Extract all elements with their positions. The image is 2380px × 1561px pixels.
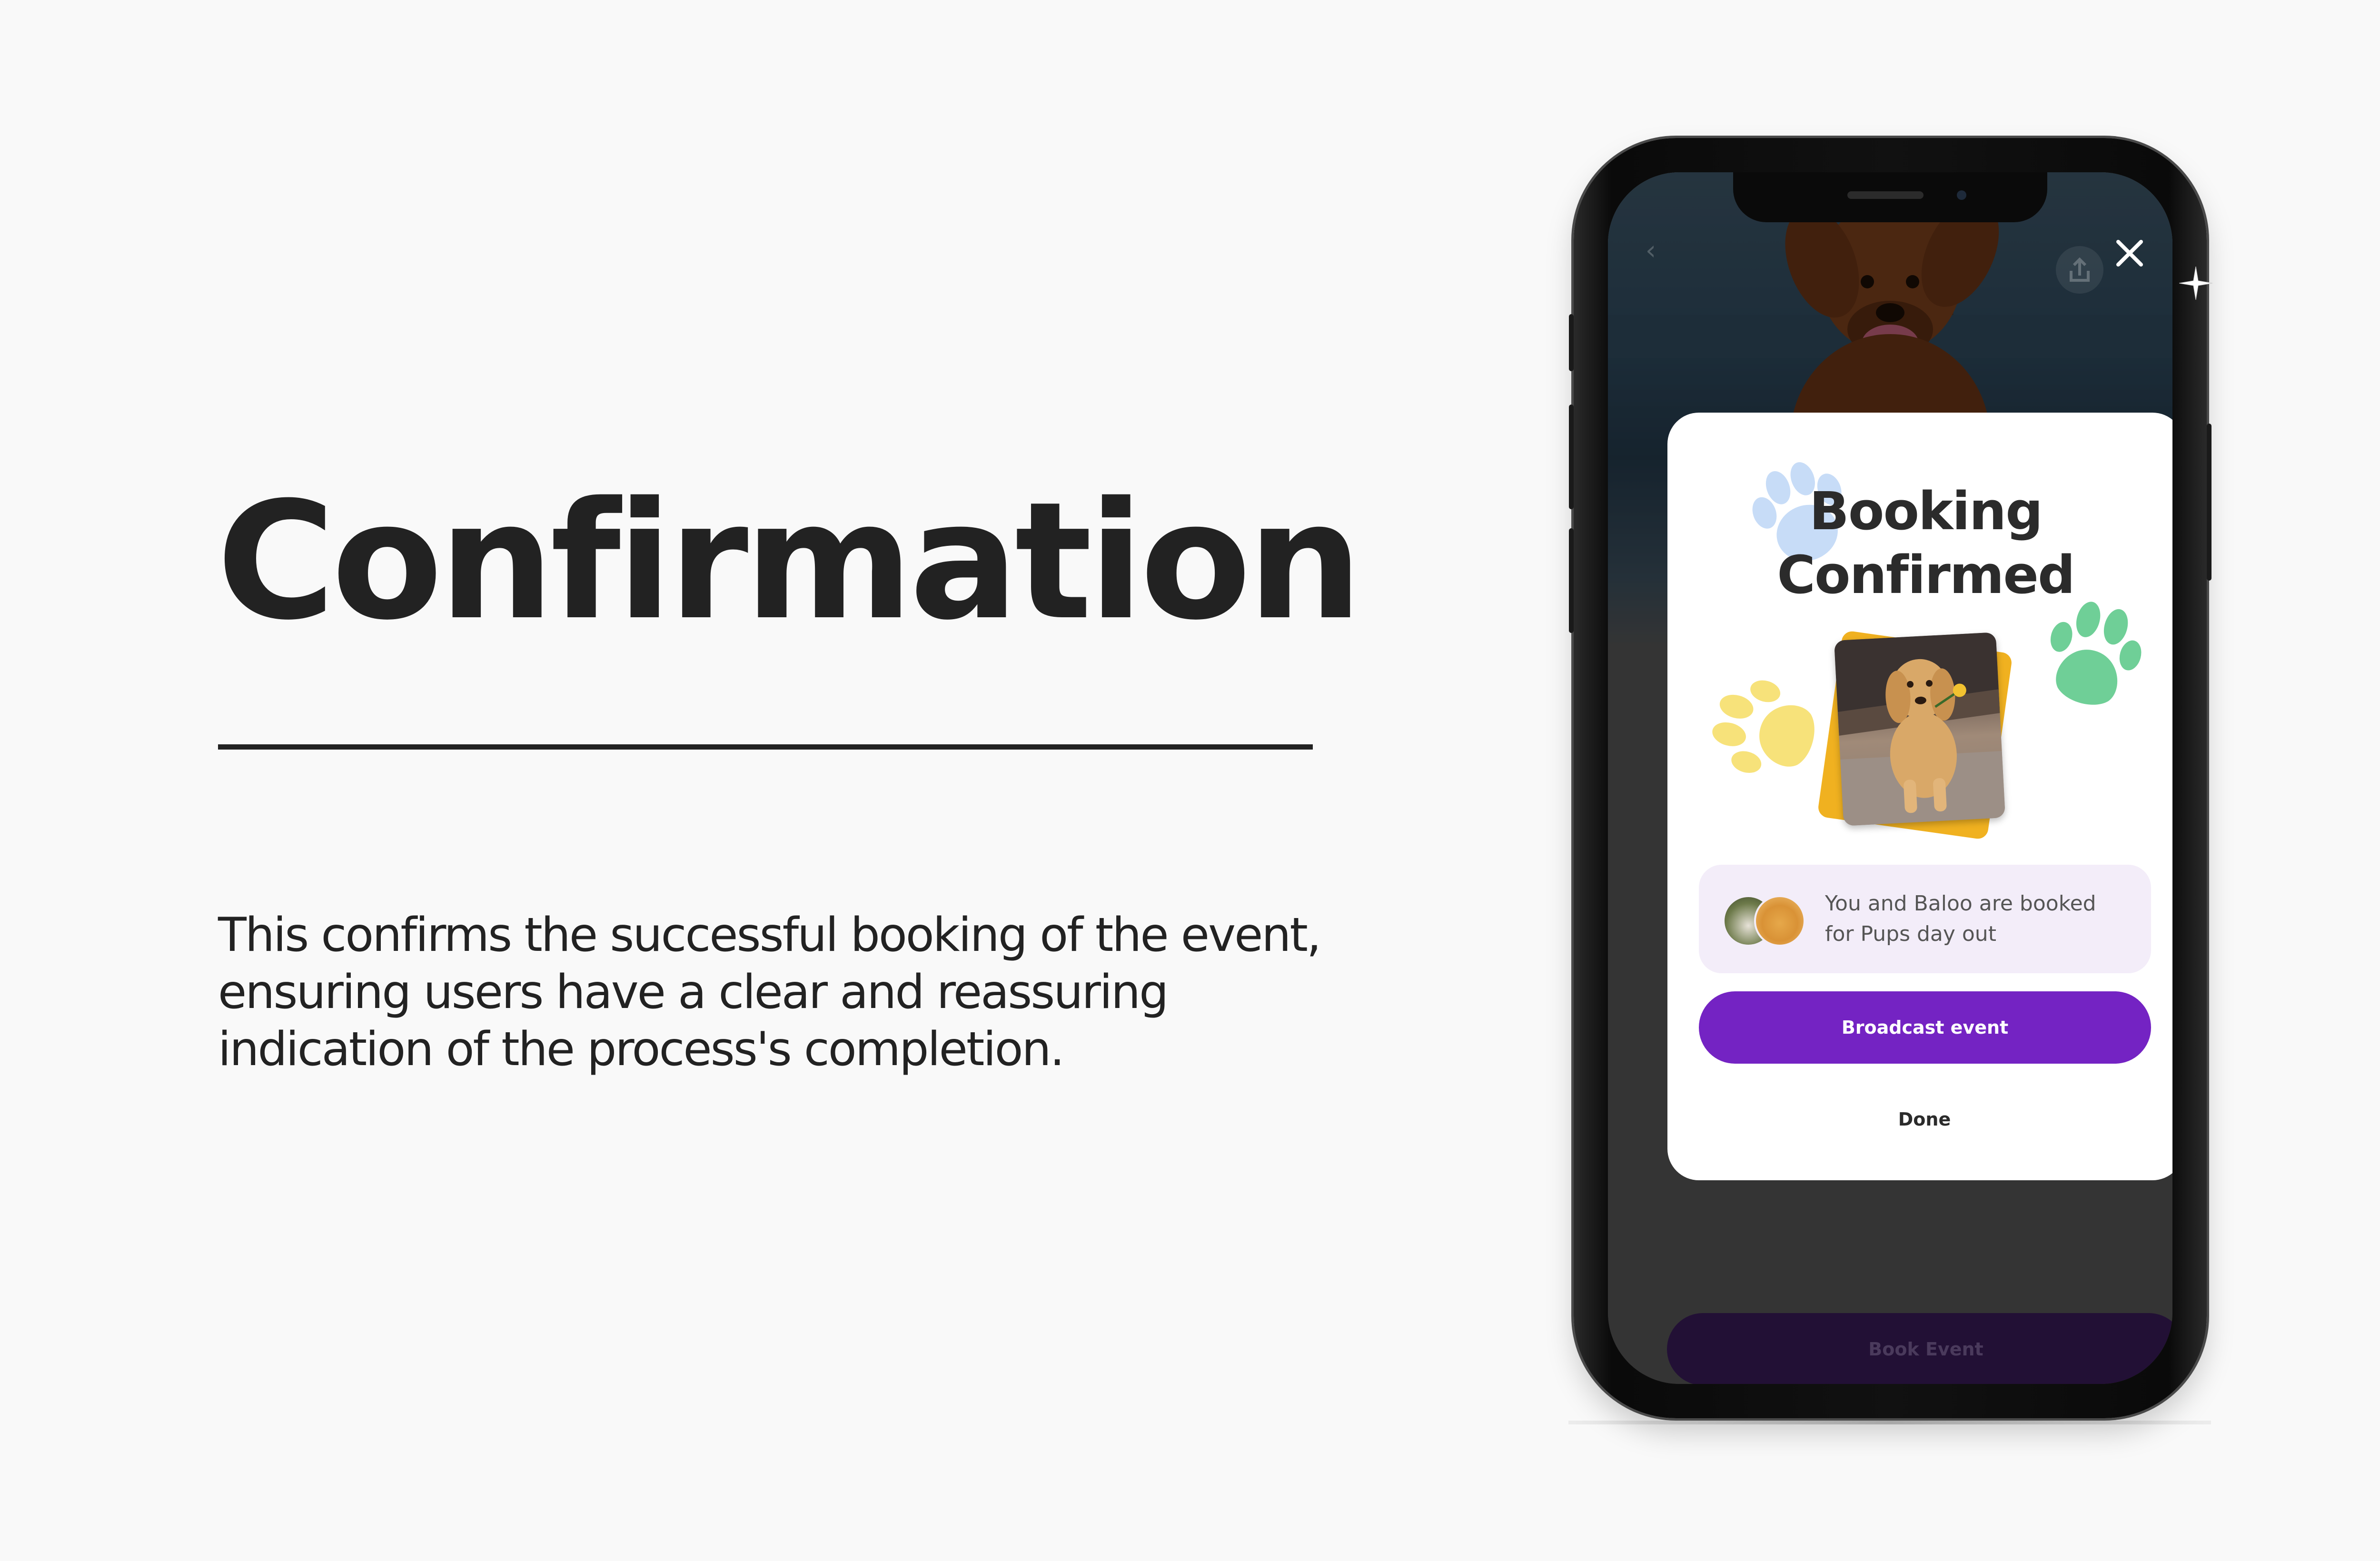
notch-camera <box>1957 190 1966 200</box>
booking-confirmation-modal: Booking Confirmed You and Baloo are book… <box>1667 413 2172 1180</box>
share-icon[interactable] <box>2056 246 2103 294</box>
phone-mockup: ‹ Booking Confirmed You and Baloo are bo… <box>1569 138 2211 1418</box>
close-icon[interactable] <box>2106 229 2153 277</box>
phone-volume-down <box>1569 528 1574 633</box>
pet-photo <box>1834 632 2005 826</box>
back-arrow-icon[interactable]: ‹ <box>1627 227 1675 275</box>
paw-print-icon <box>1712 680 1815 773</box>
phone-side-button <box>1569 314 1574 371</box>
booking-info-text: You and Baloo are booked for Pups day ou… <box>1825 891 2096 946</box>
booking-info-box: You and Baloo are booked for Pups day ou… <box>1699 865 2151 973</box>
pet-photo-card <box>1817 630 2013 840</box>
sparkle-icon <box>2179 267 2212 300</box>
phone-volume-up <box>1569 405 1574 509</box>
page-heading: Confirmation <box>217 467 1363 656</box>
broadcast-event-button[interactable]: Broadcast event <box>1699 991 2151 1064</box>
phone-screen: ‹ Booking Confirmed You and Baloo are bo… <box>1608 172 2172 1384</box>
page-description: This confirms the successful booking of … <box>218 908 1321 1077</box>
phone-power-button <box>2207 424 2211 581</box>
divider <box>218 744 1313 750</box>
phone-base-shadow <box>1568 1421 2211 1424</box>
avatar-group <box>1723 895 1805 947</box>
dog-with-flower-graphic <box>1834 632 2005 826</box>
phone-notch <box>1733 172 2047 222</box>
done-button[interactable]: Done <box>1829 1098 2020 1141</box>
notch-speaker <box>1847 191 1924 199</box>
pet-avatar <box>1754 895 1805 947</box>
modal-title: Booking Confirmed <box>1777 481 2075 605</box>
book-event-button[interactable]: Book Event <box>1667 1313 2172 1384</box>
paw-print-icon <box>2050 602 2142 705</box>
